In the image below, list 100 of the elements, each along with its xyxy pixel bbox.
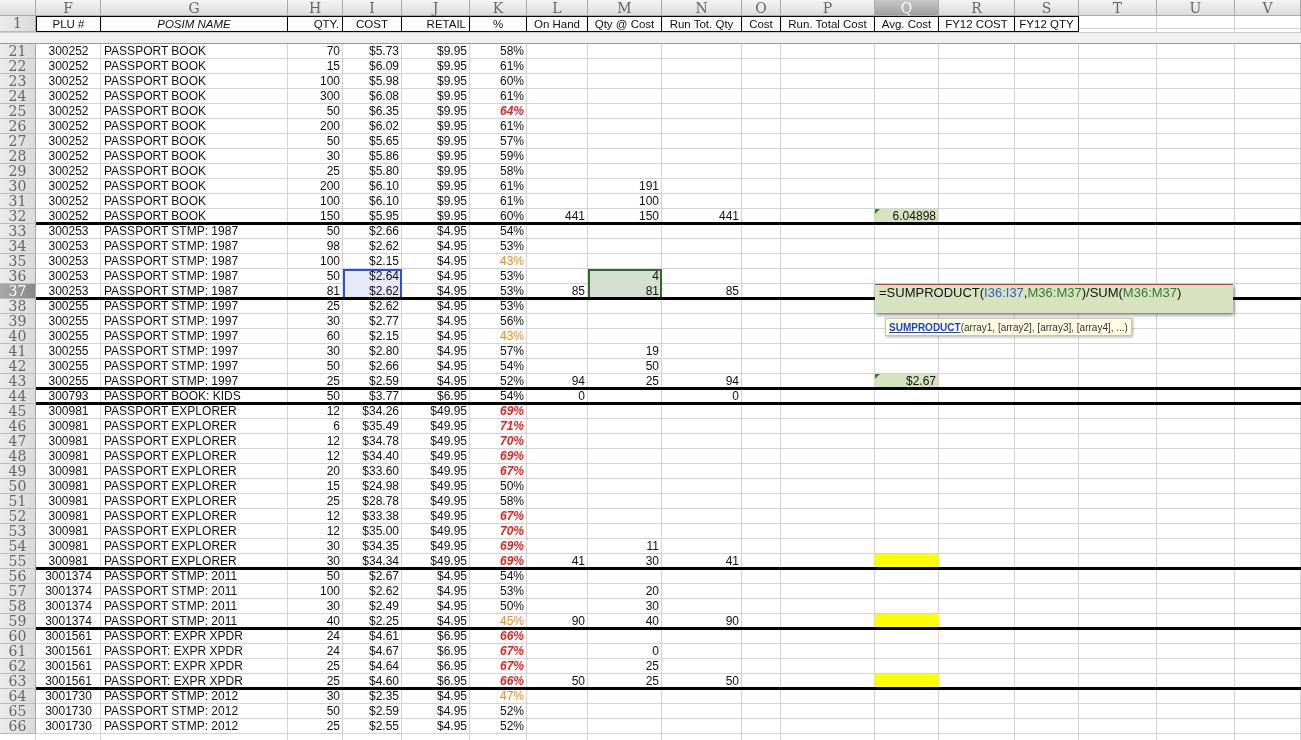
row-header[interactable]: 26 xyxy=(0,119,36,134)
column-header[interactable]: G xyxy=(101,0,288,16)
table-cell-text: 300255 xyxy=(47,344,90,359)
row-header[interactable]: 59 xyxy=(0,614,36,629)
column-header[interactable]: I xyxy=(343,0,402,16)
row-header[interactable]: 29 xyxy=(0,164,36,179)
row-header[interactable]: 62 xyxy=(0,659,36,674)
table-cell-text: 50 xyxy=(325,569,341,584)
select-all-button[interactable] xyxy=(0,0,36,16)
column-header[interactable]: O xyxy=(742,0,781,16)
table-cell-text: 50% xyxy=(498,479,525,494)
header-cell: COST xyxy=(343,16,402,32)
column-header[interactable]: P xyxy=(781,0,875,16)
row-header[interactable]: 22 xyxy=(0,59,36,74)
row-header[interactable]: 44 xyxy=(0,389,36,404)
table-cell-text: 3001561 xyxy=(44,629,93,644)
column-header[interactable]: R xyxy=(939,0,1015,16)
table-cell-text: 54% xyxy=(498,224,525,239)
column-header[interactable]: H xyxy=(288,0,343,16)
column-header[interactable]: U xyxy=(1157,0,1235,16)
row-header[interactable]: 36 xyxy=(0,269,36,284)
row-header[interactable]: 50 xyxy=(0,479,36,494)
row-header[interactable]: 32 xyxy=(0,209,36,224)
row-header[interactable]: 54 xyxy=(0,539,36,554)
table-cell-text: 85 xyxy=(570,284,586,299)
table-cell-text: 43% xyxy=(498,329,525,344)
function-link[interactable]: SUMPRODUCT xyxy=(889,321,961,333)
row-header[interactable]: 34 xyxy=(0,239,36,254)
row-header[interactable]: 38 xyxy=(0,299,36,314)
column-header[interactable]: T xyxy=(1079,0,1157,16)
row-header[interactable]: 30 xyxy=(0,179,36,194)
row-header[interactable]: 35 xyxy=(0,254,36,269)
column-header[interactable]: V xyxy=(1235,0,1301,16)
table-cell-text: $6.95 xyxy=(435,389,468,404)
column-header[interactable]: K xyxy=(470,0,527,16)
table-cell-text: 70% xyxy=(498,434,525,449)
table-cell-text: 300255 xyxy=(47,374,90,389)
row-header[interactable]: 60 xyxy=(0,629,36,644)
row-header[interactable]: 58 xyxy=(0,599,36,614)
row-header[interactable]: 56 xyxy=(0,569,36,584)
column-header[interactable]: F xyxy=(36,0,101,16)
row-header[interactable]: 43 xyxy=(0,374,36,389)
row-header[interactable]: 63 xyxy=(0,674,36,689)
row-header[interactable]: 1 xyxy=(0,16,36,32)
row-header[interactable]: 25 xyxy=(0,104,36,119)
row-header[interactable]: 40 xyxy=(0,329,36,344)
row-header[interactable]: 66 xyxy=(0,719,36,734)
table-cell-text: 25 xyxy=(325,299,341,314)
table-cell-text: 30 xyxy=(325,599,341,614)
row-header[interactable]: 33 xyxy=(0,224,36,239)
row-header[interactable]: 42 xyxy=(0,359,36,374)
table-cell-text: $49.95 xyxy=(429,554,468,569)
table-cell-text: $34.35 xyxy=(361,539,400,554)
row-header[interactable]: 53 xyxy=(0,524,36,539)
table-cell-text: $49.95 xyxy=(429,524,468,539)
row-header[interactable]: 55 xyxy=(0,554,36,569)
row-header[interactable]: 24 xyxy=(0,89,36,104)
row-header[interactable]: 41 xyxy=(0,344,36,359)
row-header[interactable]: 52 xyxy=(0,509,36,524)
row-header[interactable]: 51 xyxy=(0,494,36,509)
table-cell-text: 300252 xyxy=(47,134,90,149)
table-cell-text: PASSPORT BOOK xyxy=(103,194,208,209)
row-header[interactable]: 48 xyxy=(0,449,36,464)
column-header[interactable]: M xyxy=(588,0,662,16)
column-header[interactable]: S xyxy=(1015,0,1079,16)
table-cell-text: $4.95 xyxy=(435,704,468,719)
table-cell-text: 60% xyxy=(498,74,525,89)
table-cell-text: 12 xyxy=(325,449,341,464)
row-header[interactable]: 37 xyxy=(0,284,36,299)
table-cell-text: PASSPORT STMP: 2012 xyxy=(103,689,240,704)
table-cell-text: 6 xyxy=(332,419,341,434)
row-header[interactable]: 61 xyxy=(0,644,36,659)
row-header[interactable]: 64 xyxy=(0,689,36,704)
column-header[interactable]: L xyxy=(527,0,588,16)
table-cell-text: PASSPORT BOOK: KIDS xyxy=(103,389,242,404)
column-header[interactable]: J xyxy=(402,0,470,16)
table-cell-text: 200 xyxy=(318,179,341,194)
formula-editor[interactable]: =SUMPRODUCT(I36:I37,M36:M37)/SUM(M36:M37) xyxy=(875,284,1233,313)
table-cell-text: $6.95 xyxy=(435,644,468,659)
table-cell-text: $4.95 xyxy=(435,224,468,239)
row-header[interactable]: 57 xyxy=(0,584,36,599)
row-header[interactable]: 39 xyxy=(0,314,36,329)
table-cell-text: $6.95 xyxy=(435,659,468,674)
column-header[interactable]: N xyxy=(662,0,742,16)
row-header[interactable]: 65 xyxy=(0,704,36,719)
row-header[interactable]: 21 xyxy=(0,44,36,59)
table-cell-text: 57% xyxy=(498,344,525,359)
table-cell-text: 41 xyxy=(570,554,586,569)
row-header[interactable]: 45 xyxy=(0,404,36,419)
row-header[interactable]: 23 xyxy=(0,74,36,89)
row-header[interactable]: 28 xyxy=(0,149,36,164)
table-cell-text: 150 xyxy=(637,209,660,224)
table-cell-text: 47% xyxy=(498,689,525,704)
row-header[interactable]: 27 xyxy=(0,134,36,149)
table-cell-text: 300252 xyxy=(47,164,90,179)
row-header[interactable]: 47 xyxy=(0,434,36,449)
row-header[interactable]: 46 xyxy=(0,419,36,434)
table-cell-text: $33.60 xyxy=(361,464,400,479)
row-header[interactable]: 31 xyxy=(0,194,36,209)
row-header[interactable]: 49 xyxy=(0,464,36,479)
